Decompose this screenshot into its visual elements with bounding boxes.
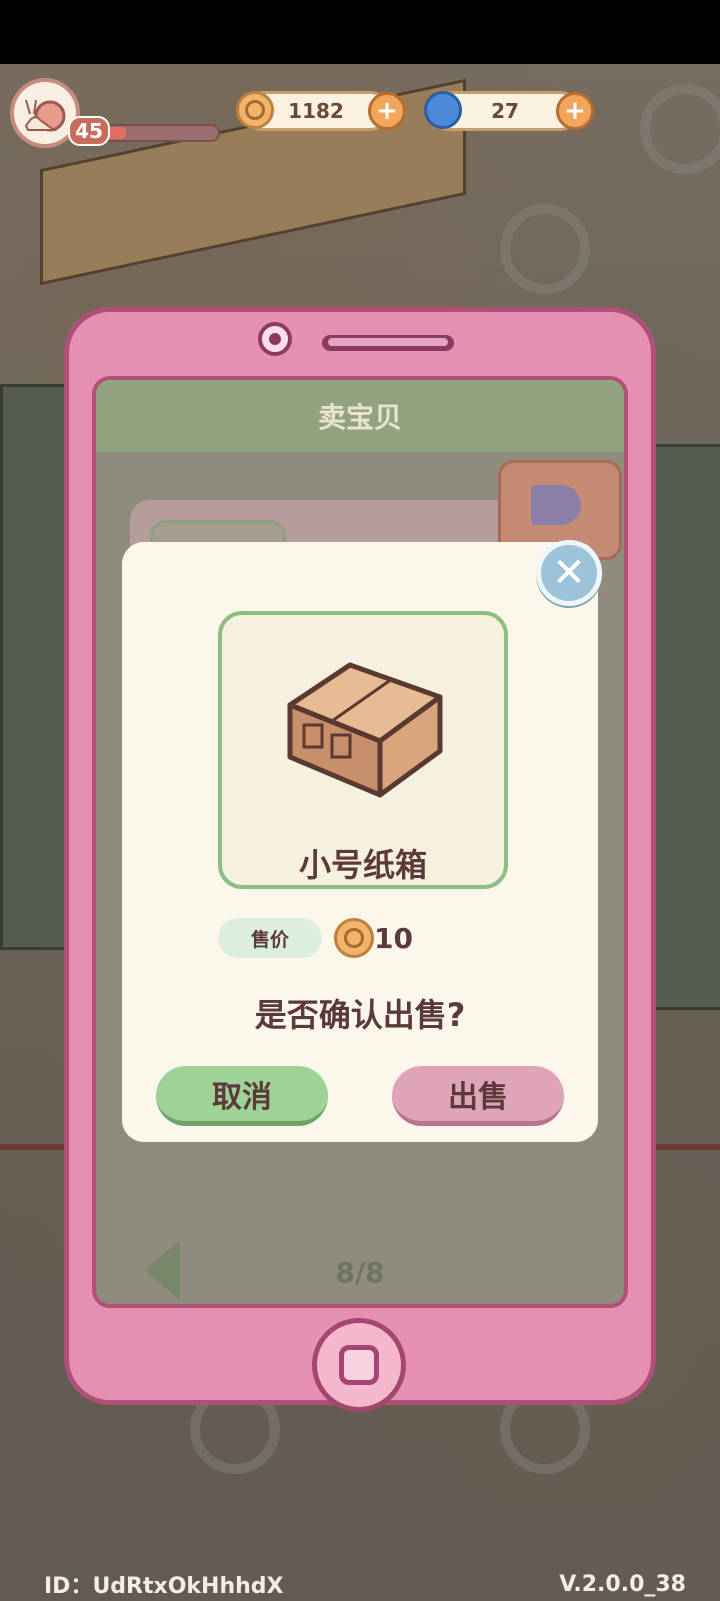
cancel-button[interactable]: 取消 bbox=[156, 1066, 328, 1126]
price-label: 售价 bbox=[218, 918, 322, 958]
cardboard-box-icon bbox=[287, 662, 443, 798]
snail-icon bbox=[24, 99, 66, 132]
add-coins-button[interactable]: + bbox=[368, 92, 406, 130]
screen-title: 卖宝贝 bbox=[317, 401, 402, 434]
coin-icon bbox=[236, 91, 274, 129]
gem-amount: 27 bbox=[491, 99, 519, 123]
status-bar bbox=[0, 0, 720, 64]
swirl-gem-icon bbox=[424, 91, 462, 129]
price-value: 10 bbox=[374, 921, 413, 955]
item-name: 小号纸箱 bbox=[298, 846, 427, 884]
level-badge: 45 bbox=[68, 116, 110, 146]
previous-page-arrow-icon[interactable] bbox=[144, 1240, 180, 1300]
version-label: V.2.0.0_38 bbox=[559, 1571, 686, 1597]
page-indicator: 8/8 bbox=[335, 1255, 385, 1289]
add-gems-button[interactable]: + bbox=[556, 92, 594, 130]
coin-icon bbox=[334, 918, 374, 958]
confirm-question: 是否确认出售? bbox=[254, 996, 466, 1034]
close-icon[interactable]: ✕ bbox=[536, 540, 602, 606]
sell-button[interactable]: 出售 bbox=[392, 1066, 564, 1126]
phone-speaker bbox=[322, 335, 454, 351]
player-id: ID：UdRtxOkHhhdX bbox=[44, 1574, 284, 1599]
coin-amount: 1182 bbox=[288, 99, 344, 123]
phone-home-button[interactable] bbox=[312, 1318, 406, 1412]
phone-camera-icon bbox=[258, 322, 292, 356]
